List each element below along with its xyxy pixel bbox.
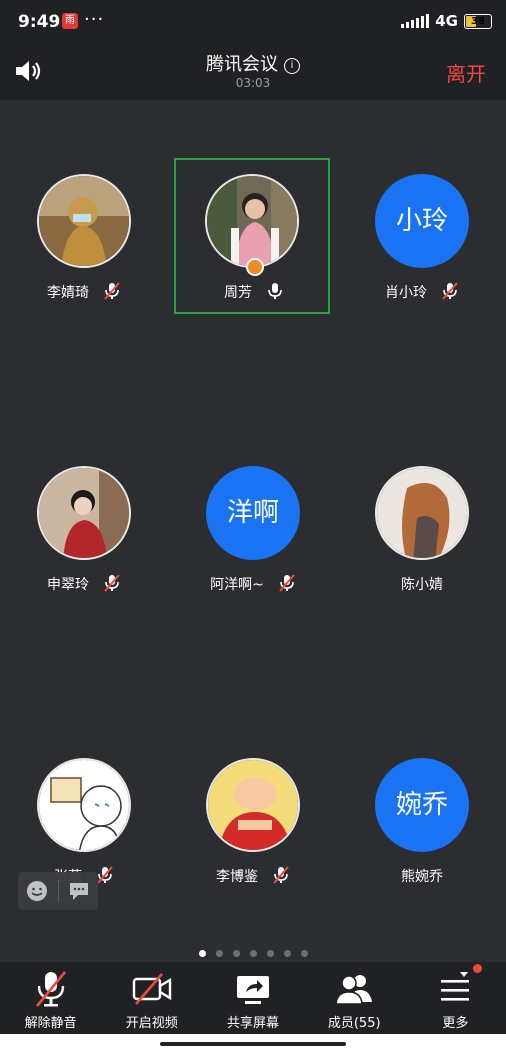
participant-tile[interactable]: 李博鉴 [175,742,331,898]
avatar [37,466,131,560]
page-dot[interactable] [283,950,291,957]
more-notifications-icon: ··· [84,9,105,30]
participant-name: 李博鉴 [216,869,258,885]
mic-muted-icon [104,574,120,592]
members-icon [335,975,373,1005]
meeting-title[interactable]: 腾讯会议 i [0,50,506,76]
share-screen-label: 共享屏幕 [227,1016,280,1031]
page-indicator[interactable] [0,942,506,961]
mic-muted-icon [279,574,295,592]
avatar-text: 婉乔 [375,758,469,852]
participant-name: 申翠玲 [47,577,89,593]
participant-name: 陈小婧 [401,577,443,593]
share-screen-icon [237,976,269,1004]
avatar-text: 小玲 [375,174,469,268]
leave-button[interactable]: 离开 [446,58,486,87]
participant-name: 熊婉乔 [401,869,443,885]
page-dot[interactable] [198,950,206,957]
share-screen-button[interactable]: 共享屏幕 [202,962,303,1034]
floating-action-panel [18,872,98,910]
meeting-timer: 03:03 [235,76,271,90]
more-label: 更多 [442,1016,469,1031]
host-icon [246,258,264,276]
participant-tile-active[interactable]: 周芳 [174,158,330,314]
page-dot[interactable] [232,950,240,957]
page-dot[interactable] [249,950,257,957]
network-type: 4G [435,12,458,30]
meeting-title-text: 腾讯会议 [206,54,278,75]
participant-tile[interactable]: 陈小婧 [344,450,500,606]
members-label: 成员(55) [327,1016,381,1031]
divider [58,880,59,902]
mic-muted-icon [97,866,113,884]
participant-tile[interactable]: 婉乔 熊婉乔 [344,742,500,898]
home-indicator[interactable] [160,1042,346,1046]
participant-name: 周芳 [224,285,252,301]
status-right: 4G 38 [401,12,492,30]
more-button[interactable]: 更多 [405,962,506,1034]
unmute-label: 解除静音 [24,1016,77,1031]
mic-muted-icon [273,866,289,884]
meeting-header: 腾讯会议 i 03:03 离开 [0,44,506,100]
participant-tile[interactable]: 申翠玲 [6,450,162,606]
avatar [37,174,131,268]
signal-icon [401,14,430,28]
chat-icon[interactable] [68,880,90,902]
notification-dot [473,964,483,973]
meeting-toolbar: 解除静音 开启视频 共享屏幕 成员(55) 更多 [0,962,506,1034]
status-time: 9:49 [18,12,61,32]
start-video-label: 开启视频 [125,1016,178,1031]
page-dot[interactable] [215,950,223,957]
avatar [205,174,299,268]
page-dot[interactable] [300,950,308,957]
video-off-icon [132,973,171,1005]
mic-muted-icon [35,971,66,1007]
avatar [375,466,469,560]
unmute-button[interactable]: 解除静音 [0,962,101,1034]
avatar [206,758,300,852]
participant-name: 肖小玲 [385,285,427,301]
status-bar: 9:49 雨 ··· 4G 38 [0,0,506,44]
participant-tile[interactable]: 小玲 肖小玲 [344,158,500,314]
participant-tile[interactable]: 李婧琦 [6,158,162,314]
avatar-text: 洋啊 [206,466,300,560]
members-button[interactable]: 成员(55) [304,962,405,1034]
info-icon[interactable]: i [284,58,300,74]
participant-name: 李婧琦 [47,285,89,301]
battery-level: 38 [471,15,485,27]
mic-muted-icon [104,282,120,300]
avatar [37,758,131,852]
mic-muted-icon [442,282,458,300]
mic-on-icon [268,283,282,299]
app-notification-icon: 雨 [62,13,78,29]
page-dot[interactable] [266,950,274,957]
menu-icon [441,972,470,1001]
battery-icon: 38 [464,13,492,29]
emoji-icon[interactable] [26,880,48,902]
participant-tile[interactable]: 洋啊 阿洋啊~ [175,450,331,606]
start-video-button[interactable]: 开启视频 [101,962,202,1034]
home-indicator-bar [0,1034,506,1054]
participant-name: 阿洋啊~ [210,577,264,593]
